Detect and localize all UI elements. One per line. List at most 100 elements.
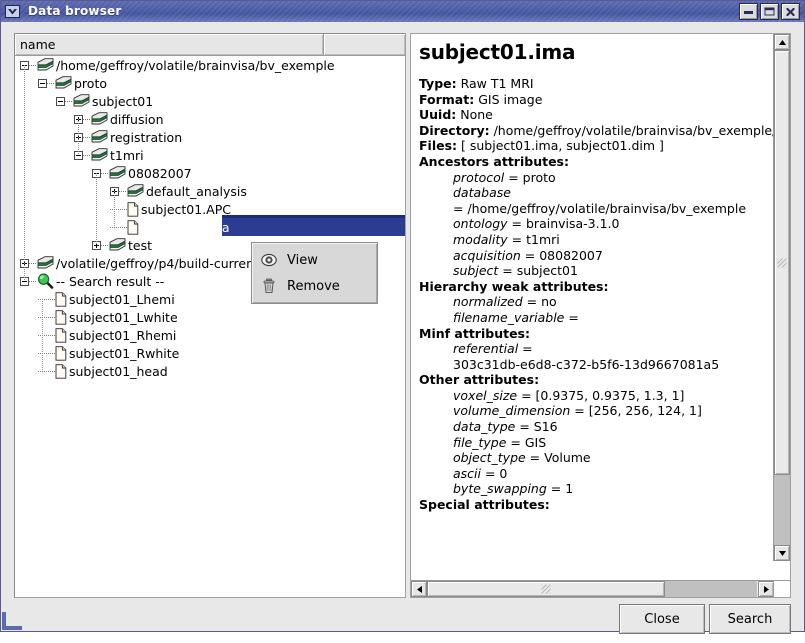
database-folder-icon bbox=[55, 76, 72, 90]
search-button[interactable]: Search bbox=[709, 604, 791, 634]
tree-row[interactable]: subject01_Rhemi bbox=[38, 326, 405, 344]
scroll-hthumb-grip bbox=[542, 585, 551, 594]
tree-row[interactable]: /home/geffroy/volatile/brainvisa/bv_exem… bbox=[20, 56, 405, 74]
minimize-icon bbox=[743, 7, 754, 16]
tree-guide bbox=[83, 137, 91, 138]
database-folder-icon bbox=[91, 112, 108, 126]
detail-attribute: normalized = no bbox=[419, 294, 774, 310]
tree-item-label: subject01_Lhemi bbox=[68, 292, 175, 307]
tree-body: /home/geffroy/volatile/brainvisa/bv_exem… bbox=[15, 56, 405, 597]
detail-attribute-value: = GIS bbox=[506, 435, 546, 450]
tree-guide bbox=[29, 281, 37, 282]
tree-guide bbox=[65, 101, 73, 102]
close-button[interactable] bbox=[781, 3, 800, 20]
detail-attribute-name: protocol bbox=[453, 170, 504, 185]
detail-section-heading: Special attributes: bbox=[419, 497, 774, 513]
detail-attribute-name: object_type bbox=[453, 450, 526, 465]
tree-row[interactable]: 08082007 bbox=[92, 164, 405, 182]
detail-attribute-value: = Volume bbox=[526, 450, 591, 465]
close-dialog-button[interactable]: Close bbox=[619, 604, 705, 634]
file-icon bbox=[55, 328, 67, 343]
scroll-right-button[interactable] bbox=[758, 581, 774, 597]
tree-guide bbox=[29, 65, 37, 66]
tree-item-label: subject01_head bbox=[68, 364, 168, 379]
detail-vertical-scrollbar[interactable] bbox=[773, 34, 790, 561]
detail-section-heading: Minf attributes: bbox=[419, 326, 774, 342]
tree-column-headers: name bbox=[15, 34, 405, 56]
tree-row[interactable]: subject01_Lwhite bbox=[38, 308, 405, 326]
tree-row[interactable]: subject01.ima bbox=[110, 218, 405, 236]
tree-row[interactable]: default_analysis bbox=[110, 182, 405, 200]
context-menu-item-remove[interactable]: Remove bbox=[252, 273, 377, 299]
detail-attribute-name: subject bbox=[453, 263, 498, 278]
detail-section-label: Minf attributes: bbox=[419, 326, 530, 341]
tree-expander-expanded[interactable] bbox=[56, 97, 65, 106]
tree-row[interactable]: proto bbox=[38, 74, 405, 92]
window-menu-button[interactable] bbox=[2, 2, 22, 21]
scroll-vertical-thumb[interactable] bbox=[774, 50, 790, 475]
column-header-extra[interactable] bbox=[324, 34, 405, 55]
detail-field-key: Directory: bbox=[419, 123, 490, 138]
trash-icon bbox=[261, 278, 277, 294]
tree-expander-expanded[interactable] bbox=[38, 79, 47, 88]
scroll-left-button[interactable] bbox=[411, 581, 427, 597]
scroll-down-button[interactable] bbox=[774, 545, 790, 561]
detail-field-value: GIS image bbox=[474, 92, 542, 107]
detail-attribute: byte_swapping = 1 bbox=[419, 481, 774, 497]
detail-panel: subject01.ima Type: Raw T1 MRIFormat: GI… bbox=[410, 33, 791, 598]
dialog-client-area: name /home/geffroy/volatile/brainvisa/bv… bbox=[2, 22, 803, 630]
tree-row[interactable]: subject01_head bbox=[38, 362, 405, 380]
context-menu-label-remove: Remove bbox=[287, 279, 340, 294]
detail-section-heading: Ancestors attributes: bbox=[419, 154, 774, 170]
maximize-icon bbox=[764, 7, 775, 16]
scroll-vertical-trough[interactable] bbox=[774, 50, 790, 545]
tree-row[interactable]: registration bbox=[74, 128, 405, 146]
detail-field: Uuid: None bbox=[419, 107, 774, 123]
scroll-up-button[interactable] bbox=[774, 34, 790, 50]
file-icon bbox=[55, 346, 67, 361]
detail-section-heading: Hierarchy weak attributes: bbox=[419, 279, 774, 295]
tree-row[interactable]: diffusion bbox=[74, 110, 405, 128]
scroll-thumb-grip bbox=[778, 258, 787, 267]
window-title: Data browser bbox=[25, 3, 126, 20]
scroll-horizontal-thumb[interactable] bbox=[427, 581, 665, 597]
detail-attribute: filename_variable = bbox=[419, 310, 774, 326]
context-menu-item-view[interactable]: View bbox=[252, 247, 377, 273]
detail-field-value: Raw T1 MRI bbox=[457, 76, 534, 91]
tree-item-label: /home/geffroy/volatile/brainvisa/bv_exem… bbox=[55, 58, 335, 73]
tree-selection-top-edge bbox=[222, 215, 405, 218]
tree-guide bbox=[38, 335, 55, 336]
file-icon bbox=[55, 292, 67, 307]
scroll-horizontal-trough[interactable] bbox=[427, 581, 757, 597]
column-header-name[interactable]: name bbox=[15, 34, 324, 55]
detail-attribute-value: = 08082007 bbox=[521, 248, 603, 263]
detail-attribute-value: = brainvisa-3.1.0 bbox=[508, 216, 620, 231]
data-browser-window: Data browser bbox=[0, 0, 805, 632]
detail-attribute-name: ontology bbox=[453, 216, 508, 231]
tree-item-label: subject01 bbox=[91, 94, 153, 109]
detail-attribute-name: byte_swapping bbox=[453, 481, 547, 496]
database-folder-icon bbox=[127, 184, 144, 198]
tree-panel: name /home/geffroy/volatile/brainvisa/bv… bbox=[14, 33, 406, 598]
tree-guide-line bbox=[96, 173, 97, 245]
maximize-button[interactable] bbox=[760, 3, 779, 20]
context-menu-label-view: View bbox=[287, 253, 318, 268]
detail-field-value: None bbox=[456, 107, 493, 122]
detail-section-label: Other attributes: bbox=[419, 372, 539, 387]
arrow-left-icon bbox=[417, 586, 422, 593]
database-folder-icon bbox=[109, 166, 126, 180]
tree-row[interactable]: subject01_Rwhite bbox=[38, 344, 405, 362]
tree-item-label: subject01_Lwhite bbox=[68, 310, 178, 325]
arrow-down-icon bbox=[779, 551, 786, 556]
minimize-button[interactable] bbox=[739, 3, 758, 20]
file-icon bbox=[55, 364, 67, 379]
dialog-button-bar: Close Search bbox=[2, 603, 803, 643]
detail-horizontal-scrollbar[interactable] bbox=[411, 580, 774, 597]
tree-row[interactable]: subject01 bbox=[56, 92, 405, 110]
tree-row[interactable]: t1mri bbox=[74, 146, 405, 164]
detail-attribute: ascii = 0 bbox=[419, 466, 774, 482]
detail-attribute-value: = no bbox=[523, 294, 557, 309]
detail-attribute-name: referential bbox=[453, 341, 518, 356]
database-folder-icon bbox=[73, 94, 90, 108]
tree-item-label: subject01.ima bbox=[140, 220, 230, 235]
